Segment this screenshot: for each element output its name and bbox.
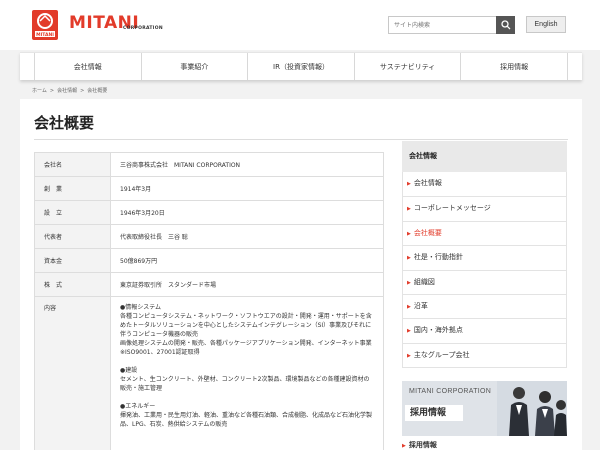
sidebar-item-locations[interactable]: ▶ 国内・海外拠点 (403, 318, 566, 342)
sidebar-title: 会社情報 (402, 141, 567, 172)
row-value: ●情報システム 各種コンピュータシステム・ネットワーク・ソフトウエアの設計・開発… (110, 296, 384, 450)
banner-tag: 採用情報 (405, 405, 463, 421)
business-line: 画像処理システムの開発・販売、各種パッケージアプリケーション開発、インターネット… (120, 340, 372, 347)
business-line: ●建設 (120, 367, 138, 374)
global-nav: 会社情報 事業紹介 IR（投資家情報） サステナビリティ 採用情報 (20, 52, 582, 80)
table-row: 資本金 50億869万円 (34, 248, 384, 273)
arrow-right-icon: ▶ (407, 206, 411, 213)
breadcrumb-current: 会社概要 (87, 88, 108, 94)
arrow-right-icon: ▶ (407, 255, 411, 262)
title-divider (34, 139, 568, 140)
search-icon (501, 20, 511, 30)
page-title: 会社概要 (34, 114, 95, 132)
svg-text:MITANI: MITANI (36, 32, 54, 38)
banner-corp-name: MITANI CORPORATION (409, 388, 492, 395)
business-line: 各種コンピュータシステム・ネットワーク・ソフトウエアの設計・開発・運用・サポート… (120, 313, 372, 338)
table-row: 会社名 三谷商事株式会社 MITANI CORPORATION (34, 152, 384, 177)
company-logo-icon[interactable]: MITANI (32, 10, 58, 40)
row-label: 内容 (34, 296, 111, 450)
recruit-link[interactable]: ▶ 採用情報 (402, 440, 437, 450)
business-line: ●エネルギー (120, 403, 156, 410)
sidebar-item-overview[interactable]: ▶ 会社概要 (403, 220, 566, 245)
business-line: 揮発油、工業用・民生用灯油、軽油、重油など各種石油類、合成樹脂、化成品など石油化… (120, 412, 373, 428)
breadcrumb-home[interactable]: ホーム (32, 88, 47, 94)
recruit-banner[interactable]: MITANI CORPORATION 採用情報 (402, 381, 567, 436)
row-label: 代表者 (34, 224, 111, 249)
business-description: ●情報システム 各種コンピュータシステム・ネットワーク・ソフトウエアの設計・開発… (120, 303, 383, 429)
row-label: 株 式 (34, 272, 111, 297)
business-line: ※ISO9001、27001認証取得 (120, 349, 200, 356)
breadcrumb-separator: > (80, 88, 85, 94)
row-label: 設 立 (34, 200, 111, 225)
row-value: 50億869万円 (110, 248, 384, 273)
english-button[interactable]: English (526, 16, 566, 33)
gnav-company[interactable]: 会社情報 (34, 53, 141, 80)
business-line: ●情報システム (120, 304, 162, 311)
breadcrumb-separator: > (49, 88, 55, 94)
gnav-sustainability[interactable]: サステナビリティ (353, 53, 461, 80)
arrow-right-icon: ▶ (407, 279, 411, 286)
sidebar-item-group[interactable]: ▶ 主なグループ会社 (403, 342, 566, 367)
row-label: 会社名 (34, 152, 111, 177)
row-label: 創 業 (34, 176, 111, 201)
table-row: 株 式 東京証券取引所 スタンダード市場 (34, 272, 384, 297)
sidebar-item-philosophy[interactable]: ▶ 社是・行動指針 (403, 245, 566, 269)
site-header: MITANI MITANI CORPORATION English (0, 0, 600, 50)
arrow-right-icon: ▶ (407, 230, 411, 237)
row-value: 1946年3月20日 (110, 200, 384, 225)
table-row: 代表者 代表取締役社長 三谷 聡 (34, 224, 384, 249)
search-button[interactable] (496, 16, 515, 34)
logo-subtitle: CORPORATION (123, 26, 163, 31)
row-value: 代表取締役社長 三谷 聡 (110, 224, 384, 249)
row-value: 東京証券取引所 スタンダード市場 (110, 272, 384, 297)
gnav-business[interactable]: 事業紹介 (140, 53, 248, 80)
sidebar-list: ▶ 会社情報 ▶ コーポレートメッセージ ▶ 会社概要 ▶ 社是・行動指針 ▶ 組織図 ▶… (402, 172, 567, 369)
sidebar-item-organization[interactable]: ▶ 組織図 (403, 269, 566, 294)
people-photo-icon (497, 381, 567, 436)
sidebar: 会社情報 ▶ 会社情報 ▶ コーポレートメッセージ ▶ 会社概要 ▶ 社是・行動指針 ▶… (402, 141, 567, 369)
main-content: 会社概要 会社名 三谷商事株式会社 MITANI CORPORATION 創 業… (20, 99, 582, 450)
sidebar-item-company[interactable]: ▶ 会社情報 (403, 172, 566, 196)
row-value: 1914年3月 (110, 176, 384, 201)
table-row-business: 内容 ●情報システム 各種コンピュータシステム・ネットワーク・ソフトウエアの設計… (34, 296, 384, 450)
gnav-ir[interactable]: IR（投資家情報） (247, 53, 354, 80)
gnav-recruit[interactable]: 採用情報 (460, 53, 568, 80)
row-label: 資本金 (34, 248, 111, 273)
arrow-right-icon: ▶ (402, 443, 406, 449)
sidebar-item-message[interactable]: ▶ コーポレートメッセージ (403, 196, 566, 220)
arrow-right-icon: ▶ (407, 181, 411, 187)
table-row: 創 業 1914年3月 (34, 176, 384, 201)
table-row: 設 立 1946年3月20日 (34, 200, 384, 225)
arrow-right-icon: ▶ (407, 303, 411, 310)
sidebar-item-history[interactable]: ▶ 沿革 (403, 293, 566, 318)
breadcrumb: ホーム > 会社情報 > 会社概要 (32, 87, 107, 94)
arrow-right-icon: ▶ (407, 328, 411, 335)
company-info-table: 会社名 三谷商事株式会社 MITANI CORPORATION 創 業 1914… (34, 152, 384, 450)
site-search-input[interactable] (388, 16, 496, 34)
breadcrumb-company[interactable]: 会社情報 (57, 88, 77, 94)
arrow-right-icon: ▶ (407, 352, 411, 359)
row-value: 三谷商事株式会社 MITANI CORPORATION (110, 152, 384, 177)
business-line: セメント、生コンクリート、外壁材、コンクリート2次製品、環境製品などの各種建設資… (120, 376, 370, 392)
